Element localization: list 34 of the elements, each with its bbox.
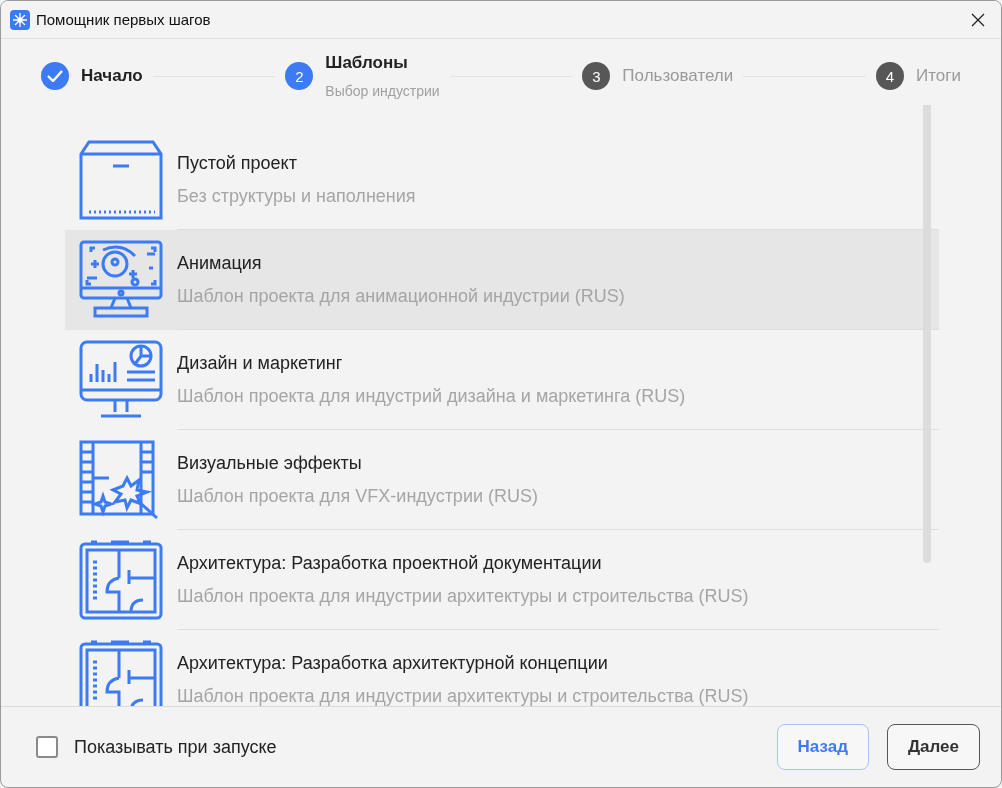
template-title: Визуальные эффекты <box>177 452 363 474</box>
template-title: Дизайн и маркетинг <box>177 352 344 374</box>
template-title: Архитектура: Разработка архитектурной концепции <box>177 652 609 674</box>
floor-plan-icon <box>79 540 163 620</box>
template-item[interactable]: Анимация Шаблон проекта для анимационной индустрии (RUS) <box>65 230 939 330</box>
monitor-icon <box>79 240 163 320</box>
template-description: Шаблон проекта для анимационной индустрии (RUS) <box>177 285 626 307</box>
template-description: Без структуры и наполнения <box>177 185 417 207</box>
box-icon <box>79 140 163 220</box>
template-item[interactable]: Архитектура: Разработка проектной документации Шаблон проекта для индустрии архитектуры и строительства (RUS) <box>65 530 939 630</box>
step-label: Пользователи <box>622 66 734 86</box>
template-description: Шаблон проекта для VFX-индустрии (RUS) <box>177 485 539 507</box>
step-sublabel: Выбор индустрии <box>325 83 440 99</box>
floor-plan-icon <box>79 640 163 706</box>
monitor-chart-icon <box>79 340 163 420</box>
step-indicator: 2 <box>285 62 314 90</box>
step-indicator: 4 <box>876 62 904 90</box>
template-title: Пустой проект <box>177 152 298 174</box>
step-label: Итоги <box>916 66 961 86</box>
window-title: Помощник первых шагов <box>36 11 212 28</box>
step-indicator: 3 <box>582 62 611 90</box>
template-description: Шаблон проекта для индустрии архитектуры и строительства (RUS) <box>177 585 750 607</box>
next-button[interactable]: Далее <box>886 724 980 770</box>
template-description: Шаблон проекта для индустрий дизайна и маркетинга (RUS) <box>177 385 687 407</box>
checkbox[interactable] <box>36 736 58 758</box>
template-title: Архитектура: Разработка проектной документации <box>177 552 603 574</box>
step-label: Начало <box>81 66 143 86</box>
app-logo-icon <box>10 9 30 30</box>
close-icon <box>971 12 985 27</box>
back-button[interactable]: Назад <box>776 724 869 770</box>
step-label: Шаблоны <box>325 53 409 73</box>
checkbox-label: Показывать при запуске <box>74 736 278 758</box>
template-description: Шаблон проекта для индустрии архитектуры и строительства (RUS) <box>177 685 750 706</box>
template-title: Анимация <box>177 252 263 274</box>
